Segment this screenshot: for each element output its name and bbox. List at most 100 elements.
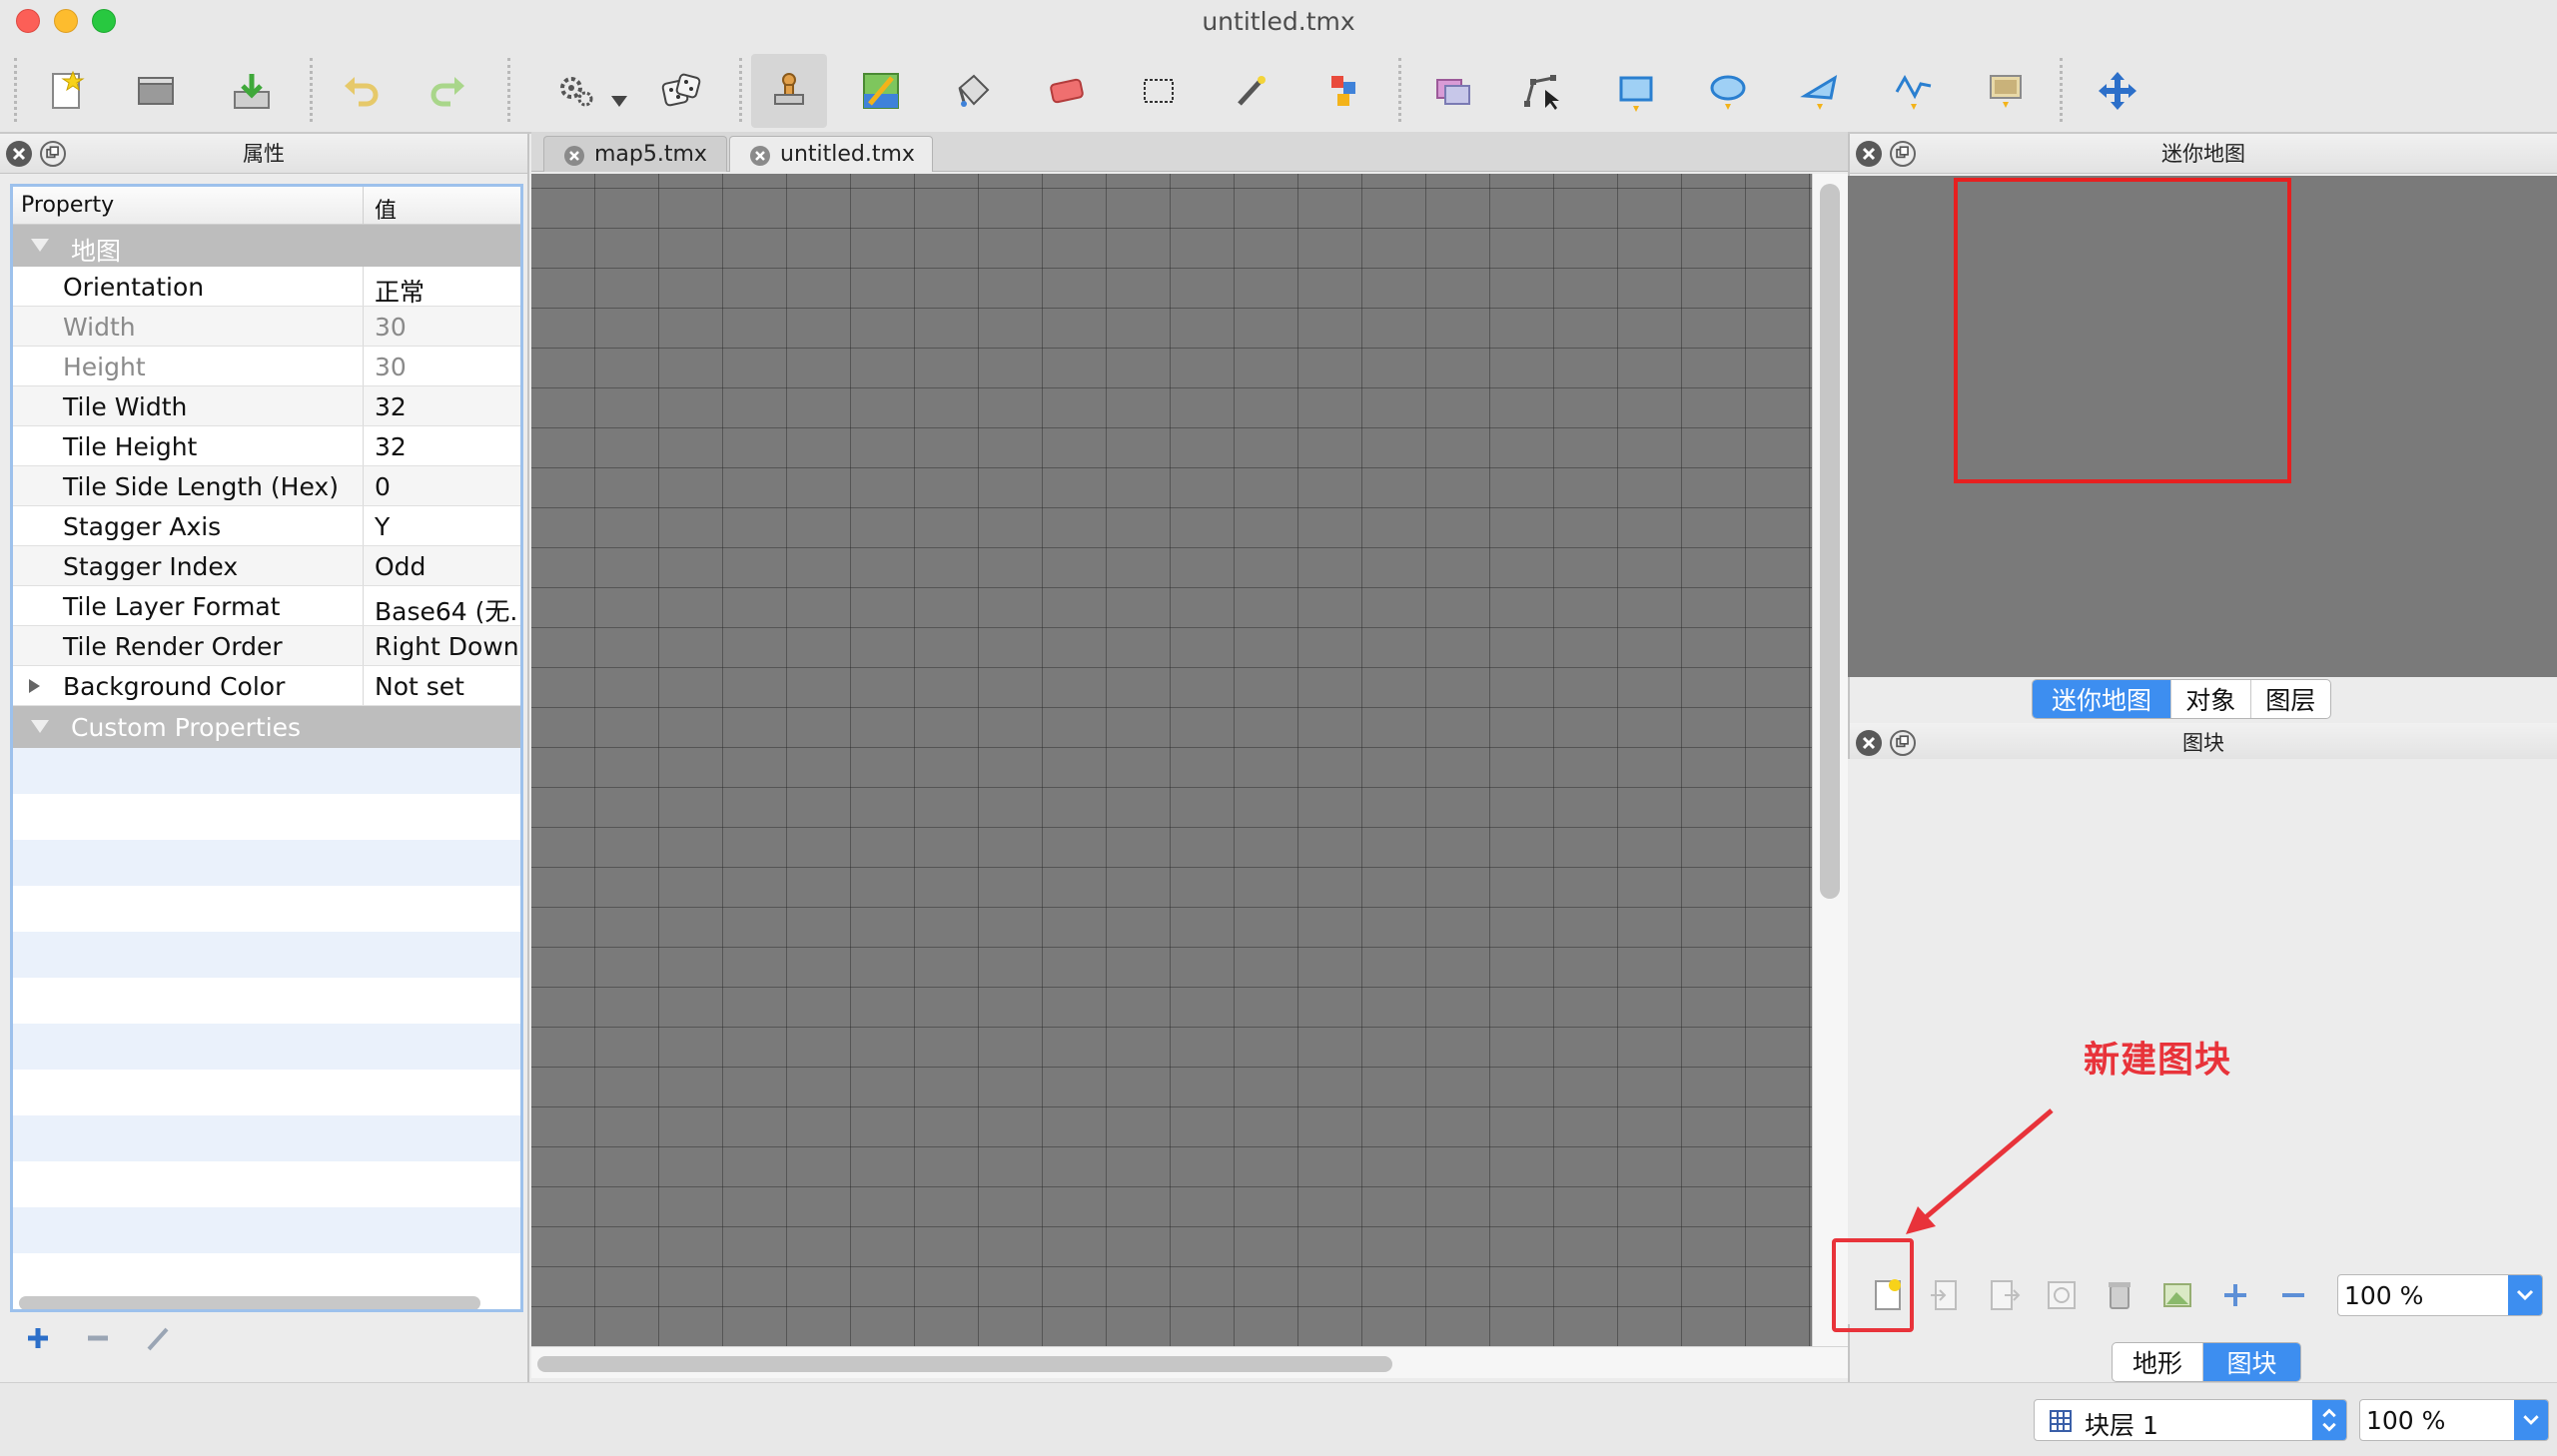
insert-polygon-button[interactable] <box>1782 54 1858 128</box>
property-row-tile-width[interactable]: Tile Width 32 <box>13 386 520 426</box>
canvas-horizontal-scrollbar[interactable] <box>537 1356 1392 1372</box>
zoom-out-button[interactable] <box>2265 1270 2321 1320</box>
property-value[interactable]: 0 <box>375 472 391 501</box>
insert-polyline-icon <box>1895 74 1932 110</box>
rectangular-select-button[interactable] <box>1121 54 1197 128</box>
group-label-map: 地图 <box>71 237 122 266</box>
property-row-tile-render-order[interactable]: Tile Render Order Right Down <box>13 626 520 666</box>
select-same-tile-icon <box>1331 76 1355 106</box>
trash-icon <box>2109 1282 2131 1309</box>
magic-wand-button[interactable] <box>1213 54 1288 128</box>
property-value: 30 <box>375 353 407 381</box>
properties-horizontal-scrollbar[interactable] <box>19 1296 480 1309</box>
close-tab-icon[interactable] <box>564 146 584 166</box>
stamp-brush-button[interactable] <box>751 54 827 128</box>
property-row-stagger-axis[interactable]: Stagger Axis Y <box>13 506 520 546</box>
property-value[interactable]: Y <box>375 512 390 541</box>
new-map-button[interactable] <box>28 54 104 128</box>
property-value[interactable]: Odd <box>375 552 426 581</box>
save-icon <box>234 74 270 109</box>
export-tileset-icon <box>1991 1280 2021 1310</box>
map-canvas[interactable] <box>531 174 1812 1346</box>
insert-rectangle-button[interactable] <box>1598 54 1674 128</box>
save-button[interactable] <box>214 54 290 128</box>
map-zoom-select[interactable]: 100 % <box>2359 1399 2549 1441</box>
minimap-panel-tabs: 迷你地图 对象 图层 <box>2032 679 2331 719</box>
property-row-orientation[interactable]: Orientation 正常 <box>13 267 520 307</box>
property-row-stagger-index[interactable]: Stagger Index Odd <box>13 546 520 586</box>
bucket-fill-button[interactable] <box>935 54 1011 128</box>
property-key: Width <box>63 313 136 342</box>
property-value[interactable]: 32 <box>375 392 407 421</box>
eraser-button[interactable] <box>1029 54 1105 128</box>
chevron-down-icon[interactable] <box>2514 1400 2548 1440</box>
select-objects-button[interactable] <box>1414 54 1490 128</box>
property-row-tile-side-length[interactable]: Tile Side Length (Hex) 0 <box>13 466 520 506</box>
insert-tile-button[interactable] <box>1968 54 2044 128</box>
property-value[interactable]: Base64 (无... <box>375 592 520 628</box>
minimap-panel-header: 迷你地图 <box>1850 134 2557 174</box>
group-row-custom-properties[interactable]: Custom Properties <box>13 706 520 748</box>
toolbar-separator <box>507 58 510 122</box>
tab-tilesets[interactable]: 图块 <box>2203 1343 2300 1381</box>
stamp-brush-icon <box>774 73 804 105</box>
insert-polyline-button[interactable] <box>1876 54 1952 128</box>
import-tileset-button[interactable] <box>1918 1270 1974 1320</box>
property-row-background-color[interactable]: Background Color Not set <box>13 666 520 706</box>
property-row-tile-height[interactable]: Tile Height 32 <box>13 426 520 466</box>
insert-ellipse-icon <box>1710 75 1746 110</box>
minimap-viewport-frame[interactable] <box>1954 178 2291 483</box>
tab-map5[interactable]: map5.tmx <box>543 136 727 172</box>
canvas-vertical-scrollbar[interactable] <box>1820 184 1840 899</box>
toolbar-separator <box>14 58 17 122</box>
remove-property-button[interactable] <box>76 1316 120 1360</box>
tab-minimap[interactable]: 迷你地图 <box>2033 680 2172 718</box>
empty-row <box>13 1024 520 1070</box>
edit-polygons-button[interactable] <box>1504 54 1580 128</box>
remove-tileset-button[interactable] <box>2092 1270 2147 1320</box>
close-tab-icon[interactable] <box>750 146 770 166</box>
magic-wand-icon <box>1238 76 1266 106</box>
random-mode-button[interactable] <box>643 54 719 128</box>
property-key: Tile Side Length (Hex) <box>63 472 339 501</box>
pencil-icon <box>147 1327 169 1351</box>
tilesets-panel-tabs: 地形 图块 <box>2112 1342 2301 1382</box>
edit-polygons-icon <box>1524 75 1559 110</box>
tab-objects[interactable]: 对象 <box>2171 680 2251 718</box>
property-value[interactable]: 正常 <box>375 273 425 309</box>
updown-chevron-icon[interactable] <box>2312 1400 2346 1440</box>
select-same-tile-button[interactable] <box>1304 54 1380 128</box>
zoom-in-button[interactable] <box>2207 1270 2263 1320</box>
group-row-map[interactable]: 地图 <box>13 225 520 267</box>
property-value[interactable]: Not set <box>375 672 464 701</box>
tab-terrain[interactable]: 地形 <box>2113 1343 2204 1381</box>
tab-layers[interactable]: 图层 <box>2251 680 2330 718</box>
tab-untitled[interactable]: untitled.tmx <box>729 136 933 172</box>
insert-ellipse-button[interactable] <box>1690 54 1766 128</box>
move-button[interactable] <box>2080 54 2155 128</box>
tileset-properties-button[interactable] <box>2034 1270 2090 1320</box>
column-header-property[interactable]: Property <box>21 193 114 218</box>
tileset-zoom-select[interactable]: 100 % <box>2337 1274 2543 1316</box>
redo-button[interactable] <box>410 54 485 128</box>
collapse-triangle-icon[interactable] <box>31 720 49 733</box>
edit-terrain-button[interactable] <box>2149 1270 2205 1320</box>
chevron-down-icon[interactable] <box>2508 1275 2542 1315</box>
undo-button[interactable] <box>324 54 400 128</box>
property-value[interactable]: 32 <box>375 432 407 461</box>
property-row-tile-layer-format[interactable]: Tile Layer Format Base64 (无... <box>13 586 520 626</box>
rename-property-button[interactable] <box>136 1316 180 1360</box>
export-tileset-button[interactable] <box>1976 1270 2032 1320</box>
column-header-value[interactable]: 值 <box>375 193 397 225</box>
chevron-down-icon[interactable] <box>611 96 627 107</box>
current-layer-select[interactable]: 块层 1 <box>2034 1399 2347 1441</box>
open-button[interactable] <box>118 54 194 128</box>
panel-divider[interactable] <box>527 134 529 1382</box>
terrain-brush-button[interactable] <box>843 54 919 128</box>
add-property-button[interactable] <box>16 1316 60 1360</box>
property-value[interactable]: Right Down <box>375 632 519 661</box>
select-objects-icon <box>1436 79 1470 105</box>
collapse-triangle-icon[interactable] <box>31 239 49 252</box>
commands-button[interactable] <box>539 54 615 128</box>
expand-triangle-icon[interactable] <box>29 679 40 693</box>
